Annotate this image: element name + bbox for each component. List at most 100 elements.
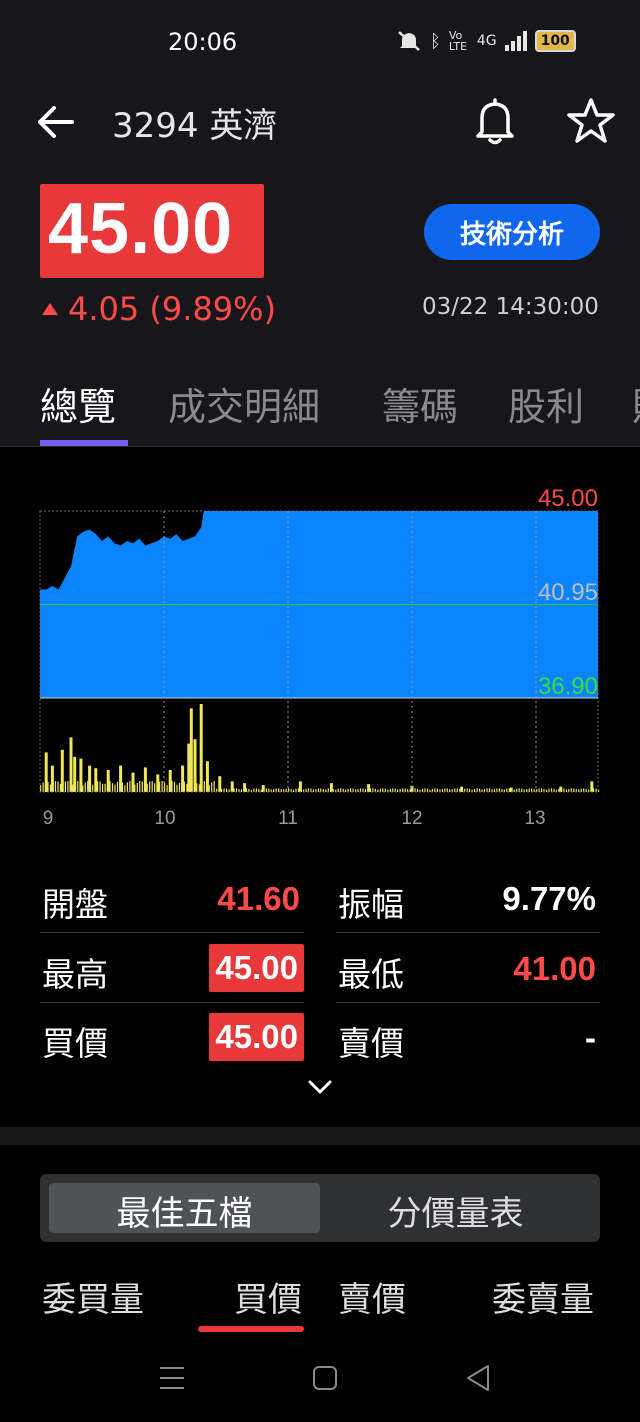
volume-bar bbox=[528, 788, 530, 792]
volume-bar bbox=[466, 788, 468, 792]
volume-bar bbox=[49, 784, 52, 792]
price-change: 4.05 (9.89%) bbox=[42, 290, 276, 328]
stock-title: 3294 英濟 bbox=[112, 106, 278, 146]
volume-bar bbox=[72, 784, 74, 792]
volume-bar bbox=[560, 788, 562, 792]
volume-bar bbox=[508, 788, 510, 792]
favorite-star-icon[interactable] bbox=[566, 96, 616, 146]
tab-trade-details[interactable]: 成交明細 bbox=[168, 376, 320, 431]
volume-bar bbox=[570, 788, 572, 792]
volume-bar bbox=[54, 781, 57, 792]
back-button[interactable] bbox=[34, 100, 78, 144]
volume-bar bbox=[414, 788, 416, 792]
volume-bar bbox=[199, 704, 203, 792]
volume-bar bbox=[285, 788, 287, 792]
low-value: 41.00 bbox=[513, 950, 596, 987]
bid-value: 45.00 bbox=[209, 1013, 304, 1061]
volume-bar bbox=[469, 788, 471, 792]
back-nav-icon[interactable] bbox=[467, 1365, 489, 1391]
volume-bar bbox=[441, 789, 443, 792]
tab-financials[interactable]: 財 bbox=[632, 376, 640, 431]
volume-bar bbox=[476, 788, 478, 792]
volume-bar bbox=[94, 783, 96, 792]
status-time: 20:06 bbox=[168, 28, 238, 56]
tab-overview[interactable]: 總覽 bbox=[40, 376, 116, 431]
volume-bar bbox=[496, 788, 498, 792]
volume-bar bbox=[69, 783, 71, 792]
volume-bar bbox=[89, 781, 91, 792]
volume-bar bbox=[111, 783, 114, 792]
bell-icon[interactable] bbox=[470, 96, 520, 146]
volume-bar bbox=[369, 788, 371, 792]
volume-bar bbox=[429, 789, 431, 792]
volume-bar bbox=[392, 788, 394, 792]
volume-bar bbox=[513, 789, 515, 792]
volume-bar bbox=[538, 788, 540, 792]
high-value: 45.00 bbox=[209, 944, 304, 992]
x-tick-12: 12 bbox=[401, 808, 422, 829]
technical-analysis-button[interactable]: 技術分析 bbox=[424, 204, 600, 260]
volume-bar bbox=[233, 788, 235, 792]
volume-bar bbox=[126, 782, 128, 792]
volume-bar bbox=[166, 785, 168, 792]
recent-apps-icon[interactable] bbox=[160, 1367, 184, 1389]
volume-bar bbox=[565, 789, 567, 792]
volume-bar bbox=[97, 781, 99, 792]
volume-bar bbox=[320, 788, 322, 792]
tab-dividend[interactable]: 股利 bbox=[508, 376, 584, 431]
price-axis-high: 45.00 bbox=[538, 485, 598, 512]
volume-bar bbox=[134, 784, 136, 792]
intraday-chart[interactable]: 45.00 40.95 36.90 9 10 11 12 13 bbox=[0, 470, 640, 840]
volume-bar bbox=[444, 788, 446, 792]
volume-bar bbox=[191, 781, 193, 792]
volume-bar bbox=[131, 781, 133, 792]
volume-bar bbox=[189, 708, 193, 792]
up-arrow-icon bbox=[42, 303, 58, 315]
chevron-down-icon[interactable] bbox=[306, 1076, 334, 1100]
volume-bar bbox=[146, 783, 148, 792]
column-bid-price[interactable]: 買價 bbox=[234, 1272, 302, 1321]
volume-bar bbox=[171, 781, 173, 792]
volume-bar bbox=[461, 789, 463, 792]
volume-bar bbox=[57, 781, 59, 792]
volume-bar bbox=[501, 789, 503, 792]
volume-bar bbox=[109, 781, 111, 792]
volume-bar bbox=[521, 788, 523, 792]
volume-bar bbox=[121, 782, 123, 792]
price-change-value: 4.05 (9.89%) bbox=[68, 290, 277, 328]
home-icon[interactable] bbox=[313, 1366, 337, 1390]
divider bbox=[40, 932, 304, 933]
volte-icon: Vo LTE bbox=[448, 29, 468, 53]
volume-bar bbox=[382, 788, 384, 792]
volume-bar bbox=[394, 788, 396, 792]
volume-bar bbox=[156, 784, 158, 792]
volume-bar bbox=[161, 781, 163, 792]
volume-bar bbox=[317, 788, 319, 792]
volume-bar bbox=[377, 789, 379, 792]
volume-bar bbox=[362, 788, 364, 792]
tab-chips[interactable]: 籌碼 bbox=[382, 376, 458, 431]
volume-bar bbox=[417, 788, 419, 792]
volume-bar bbox=[310, 788, 312, 792]
segment-price-volume-table[interactable]: 分價量表 bbox=[320, 1186, 591, 1235]
x-tick-13: 13 bbox=[524, 808, 545, 829]
volume-bar bbox=[372, 788, 374, 792]
volume-bar bbox=[424, 788, 426, 792]
volume-bar bbox=[446, 788, 448, 792]
volume-bar bbox=[550, 788, 553, 792]
volume-bar bbox=[119, 781, 121, 792]
volume-bar bbox=[573, 788, 575, 792]
segment-best-five[interactable]: 最佳五檔 bbox=[49, 1186, 320, 1235]
volume-bar bbox=[87, 781, 89, 792]
volume-bar bbox=[74, 781, 76, 792]
volume-bar bbox=[77, 781, 79, 792]
volume-bar bbox=[364, 789, 367, 792]
column-ask-quantity: 委賣量 bbox=[492, 1280, 594, 1320]
volume-bar bbox=[223, 788, 225, 792]
volume-bar bbox=[325, 789, 327, 792]
volume-bar bbox=[275, 788, 277, 792]
volume-bar bbox=[183, 781, 185, 792]
volume-bar bbox=[159, 781, 161, 792]
status-icons: ᛒ Vo LTE 4G 100 bbox=[396, 30, 576, 52]
column-ask-price[interactable]: 賣價 bbox=[338, 1272, 406, 1321]
